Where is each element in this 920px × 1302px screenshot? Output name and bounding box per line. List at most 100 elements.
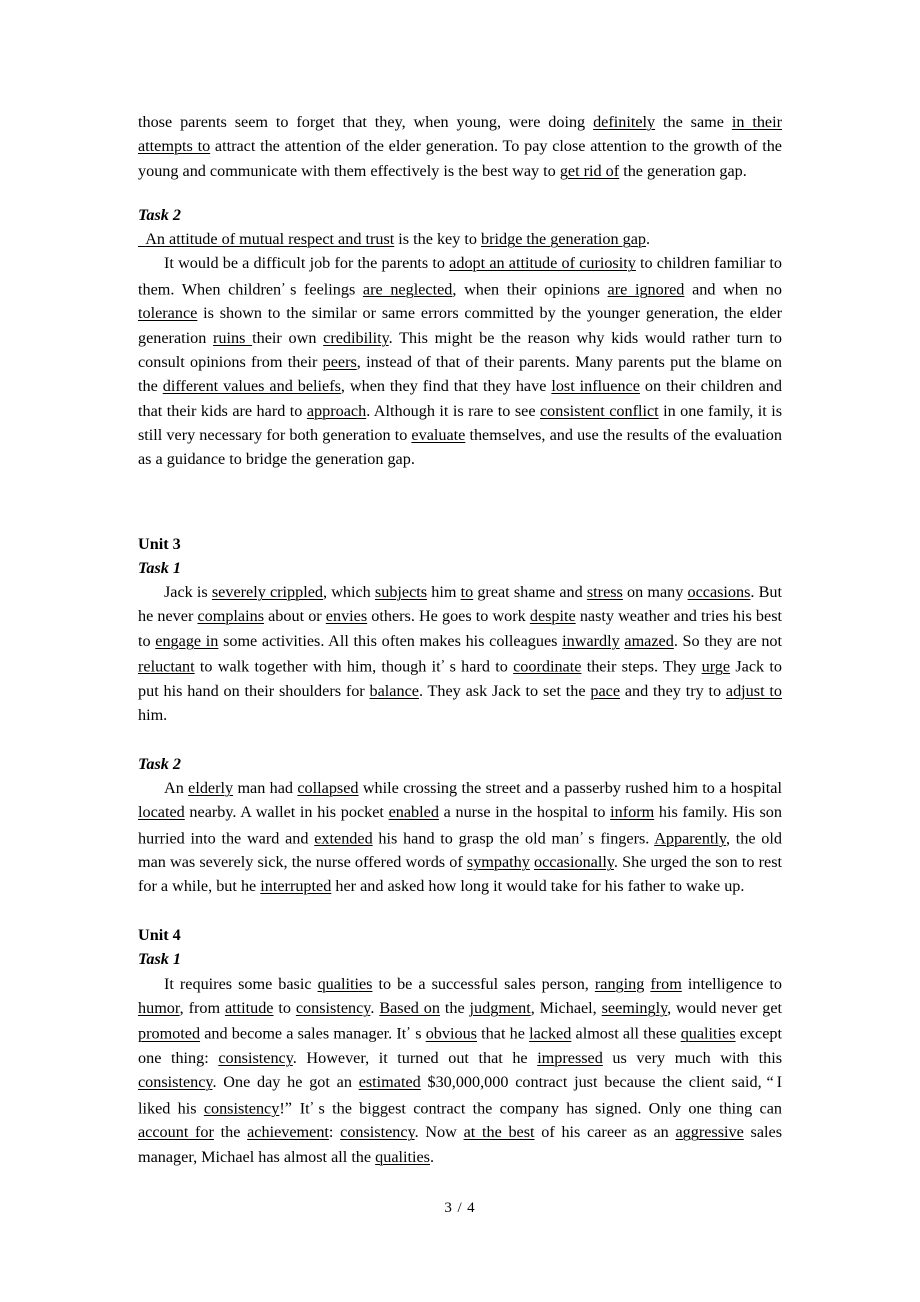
answer-key-underline: qualities [317, 974, 373, 993]
answer-key-underline: enabled [388, 803, 439, 822]
page-content: those parents seem to forget that they, … [138, 110, 782, 1169]
body-text: An [164, 778, 189, 797]
body-text: a nurse in the hospital to [438, 803, 611, 822]
double-quote-glyph: “ [766, 1073, 777, 1092]
answer-key-underline: consistency [295, 998, 371, 1017]
answer-key-underline: severely crippled [211, 583, 323, 602]
answer-key-underline: occasions [687, 583, 751, 602]
answer-key-underline: Apparently [654, 828, 726, 847]
body-text: s hard to [449, 657, 514, 676]
unit4-task1-body: It requires some basic qualities to be a… [138, 972, 782, 1169]
answer-key-underline: from [650, 974, 682, 993]
answer-key-underline: ruins [213, 328, 253, 347]
answer-key-underline: are ignored [607, 280, 685, 299]
answer-key-underline: complains [197, 607, 264, 626]
body-text: the [439, 998, 470, 1017]
answer-key-underline: amazed [624, 631, 674, 650]
body-text: the same [655, 113, 732, 131]
answer-key-underline: qualities [680, 1024, 736, 1043]
answer-key-underline: consistent conflict [539, 401, 659, 420]
body-text: s [415, 1024, 426, 1043]
answer-key-underline: extended [314, 828, 373, 847]
continued-paragraph: those parents seem to forget that they, … [138, 110, 782, 183]
body-text: their own [252, 328, 324, 347]
answer-key-underline: sympathy [466, 853, 530, 872]
body-text: on many [622, 583, 688, 602]
answer-key-underline: envies [325, 607, 368, 626]
page-number-footer: 3 / 4 [444, 1200, 476, 1216]
body-text: and when no [684, 280, 782, 299]
body-text: . [430, 1147, 435, 1166]
body-text: , when they find that they have [340, 377, 552, 396]
answer-key-underline: located [138, 803, 185, 822]
answer-key-underline: consistency [218, 1048, 293, 1067]
answer-key-underline: collapsed [297, 778, 359, 797]
body-text: s feelings [290, 280, 363, 299]
body-text: about or [264, 607, 326, 626]
unit3-task2-body: An elderly man had collapsed while cross… [138, 776, 782, 899]
answer-key-underline: bridge the generation gap [481, 230, 646, 249]
answer-key-underline: different values and beliefs [162, 377, 341, 396]
body-text: . [646, 230, 651, 249]
heading-unit-4: Unit 4 [138, 926, 181, 945]
body-text: , when their opinions [452, 280, 608, 299]
answer-key-underline: at the best [463, 1123, 535, 1142]
body-text: Jack is [164, 583, 212, 602]
apostrophe-glyph: ’ [440, 657, 450, 673]
heading-unit2-task2: Task 2 [138, 205, 182, 224]
answer-key-underline: get rid of [559, 161, 620, 180]
answer-key-underline: interrupted [260, 877, 332, 896]
body-text: and become a sales manager. It [200, 1024, 407, 1043]
answer-key-underline: engage in [155, 631, 219, 650]
body-text: $30,000,000 contract just because the cl… [420, 1073, 762, 1092]
answer-key-underline: subjects [374, 583, 428, 602]
apostrophe-glyph: ’ [579, 828, 589, 844]
unit2-task2-body: It would be a difficult job for the pare… [138, 251, 782, 471]
answer-key-underline: lost influence [551, 377, 640, 396]
answer-key-underline: inwardly [562, 631, 620, 650]
answer-key-underline: humor [138, 998, 180, 1017]
answer-key-underline: are neglected [362, 280, 453, 299]
body-text: s fingers. [588, 828, 655, 847]
answer-key-underline: occasionally [534, 853, 614, 872]
body-text: , Michael, [530, 998, 602, 1017]
body-text: to walk together with him, though it [194, 657, 441, 676]
body-text: that he [476, 1024, 530, 1043]
body-text: and they try to [620, 681, 726, 700]
apostrophe-glyph: ’ [281, 279, 291, 295]
apostrophe-glyph: ’ [309, 1098, 319, 1114]
answer-key-underline: estimated [358, 1073, 421, 1092]
body-text: the [213, 1123, 248, 1142]
unit3-task1-body: Jack is severely crippled, which subject… [138, 580, 782, 727]
body-text: to be a successful sales person, [372, 974, 595, 993]
answer-key-underline: consistency [138, 1073, 213, 1092]
body-text: man had [233, 778, 298, 797]
double-quote-glyph: ” [284, 1098, 295, 1117]
document-page: those parents seem to forget that they, … [0, 0, 920, 1302]
answer-key-underline: adjust to [725, 681, 782, 700]
answer-key-underline: consistency [340, 1123, 415, 1142]
unit2-task2-answer-line: An attitude of mutual respect and trust … [138, 227, 782, 251]
body-text: . So they are not [673, 631, 783, 650]
answer-key-underline: evaluate [411, 425, 466, 444]
body-text: some activities. All this often makes hi… [218, 631, 563, 650]
answer-key-underline: to [460, 583, 474, 602]
answer-key-underline: aggressive [675, 1123, 744, 1142]
answer-key-underline: lacked [529, 1024, 572, 1043]
answer-key-underline: ranging [594, 974, 645, 993]
heading-unit3-task1: Task 1 [138, 558, 182, 577]
heading-unit-3: Unit 3 [138, 534, 181, 553]
answer-key-underline: elderly [188, 778, 234, 797]
answer-key-underline: judgment [469, 998, 531, 1017]
body-text: almost all these [571, 1024, 681, 1043]
body-text: : [328, 1123, 341, 1142]
answer-key-underline: stress [586, 583, 623, 602]
body-text: the generation gap. [619, 161, 747, 180]
answer-key-underline: adopt an attitude of curiosity [449, 254, 636, 273]
heading-unit4-task1: Task 1 [138, 950, 182, 969]
body-text: of his career as an [534, 1123, 676, 1142]
answer-key-underline: qualities [375, 1147, 430, 1166]
